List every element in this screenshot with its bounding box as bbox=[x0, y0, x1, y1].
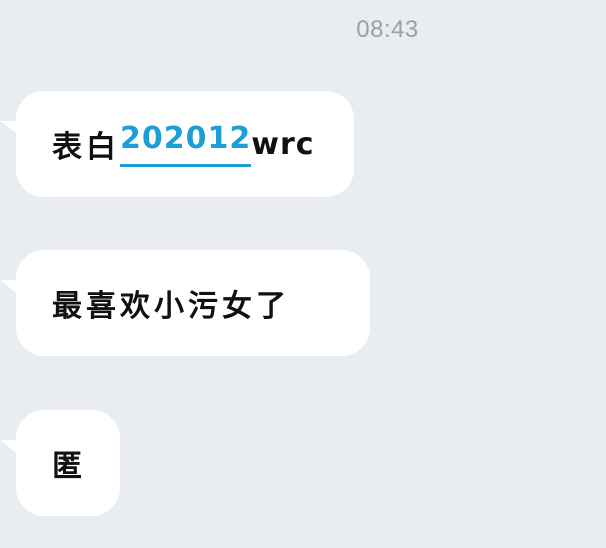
bubble-tail bbox=[0, 280, 18, 294]
message-timestamp: 08:43 bbox=[356, 16, 419, 43]
message-text: 最喜欢小污女了 bbox=[52, 289, 290, 324]
message-bubble[interactable]: 匿 bbox=[0, 410, 120, 516]
message-text-suffix: wrc bbox=[251, 126, 315, 162]
message-text-prefix: 表白 bbox=[52, 130, 120, 165]
message-text: 匿 bbox=[52, 449, 86, 484]
bubble-tail bbox=[0, 440, 18, 454]
message-bubble[interactable]: 最喜欢小污女了 bbox=[0, 250, 370, 356]
message-bubble[interactable]: 表白 202012 wrc bbox=[0, 91, 354, 197]
bubble-tail bbox=[0, 121, 18, 135]
message-link[interactable]: 202012 bbox=[120, 121, 252, 167]
timestamp-container: 08:43 bbox=[0, 0, 606, 60]
